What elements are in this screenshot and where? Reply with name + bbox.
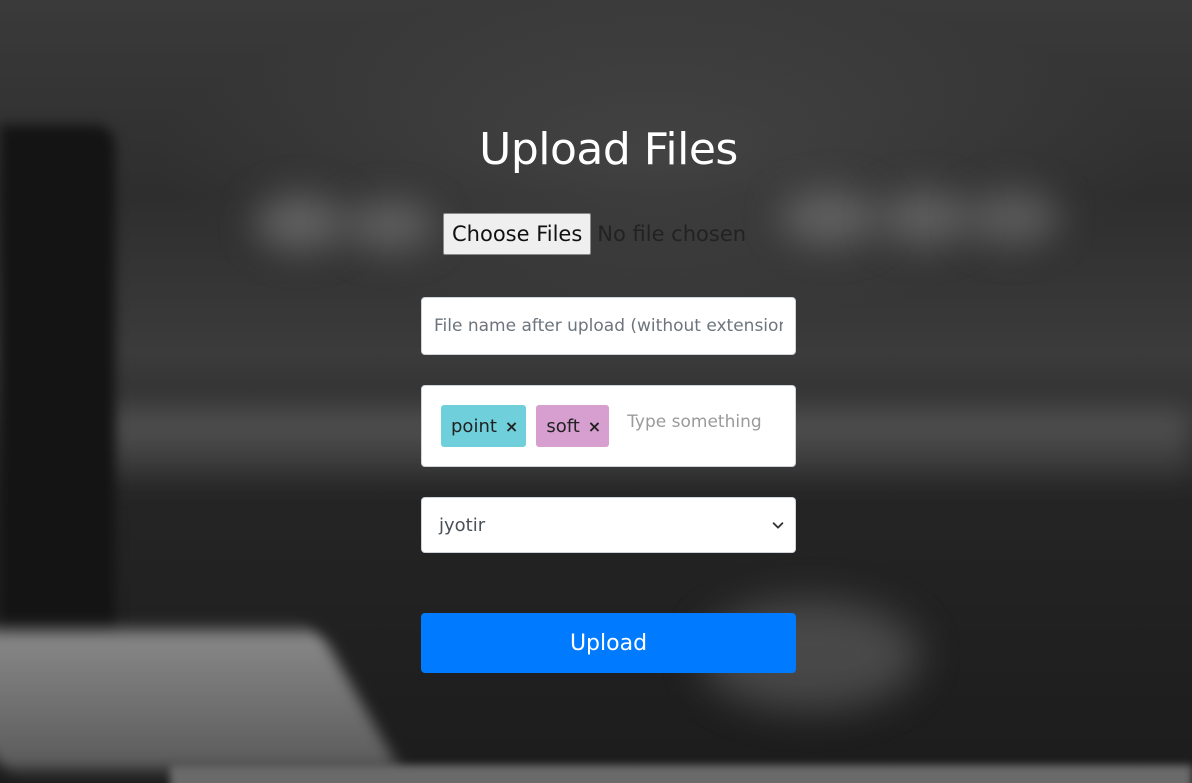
select-value: jyotir [439,514,486,536]
remove-tag-icon[interactable]: × [588,417,601,436]
page-title: Upload Files [479,124,738,175]
chevron-down-icon [772,522,784,529]
tag-text-input[interactable] [625,411,780,433]
remove-tag-icon[interactable]: × [505,417,518,436]
tag-label: soft [546,415,580,437]
upload-button[interactable]: Upload [421,613,796,673]
tag-point: point × [441,405,527,447]
tag-label: point [451,415,497,437]
tag-soft: soft × [536,405,610,447]
tags-input[interactable]: point × soft × [421,385,796,467]
category-select[interactable]: jyotir [421,497,796,553]
filename-input[interactable] [421,297,796,355]
choose-files-button[interactable]: Choose Files [443,213,592,255]
file-status-text: No file chosen [597,222,747,246]
file-picker: Choose Files No file chosen [443,213,746,255]
